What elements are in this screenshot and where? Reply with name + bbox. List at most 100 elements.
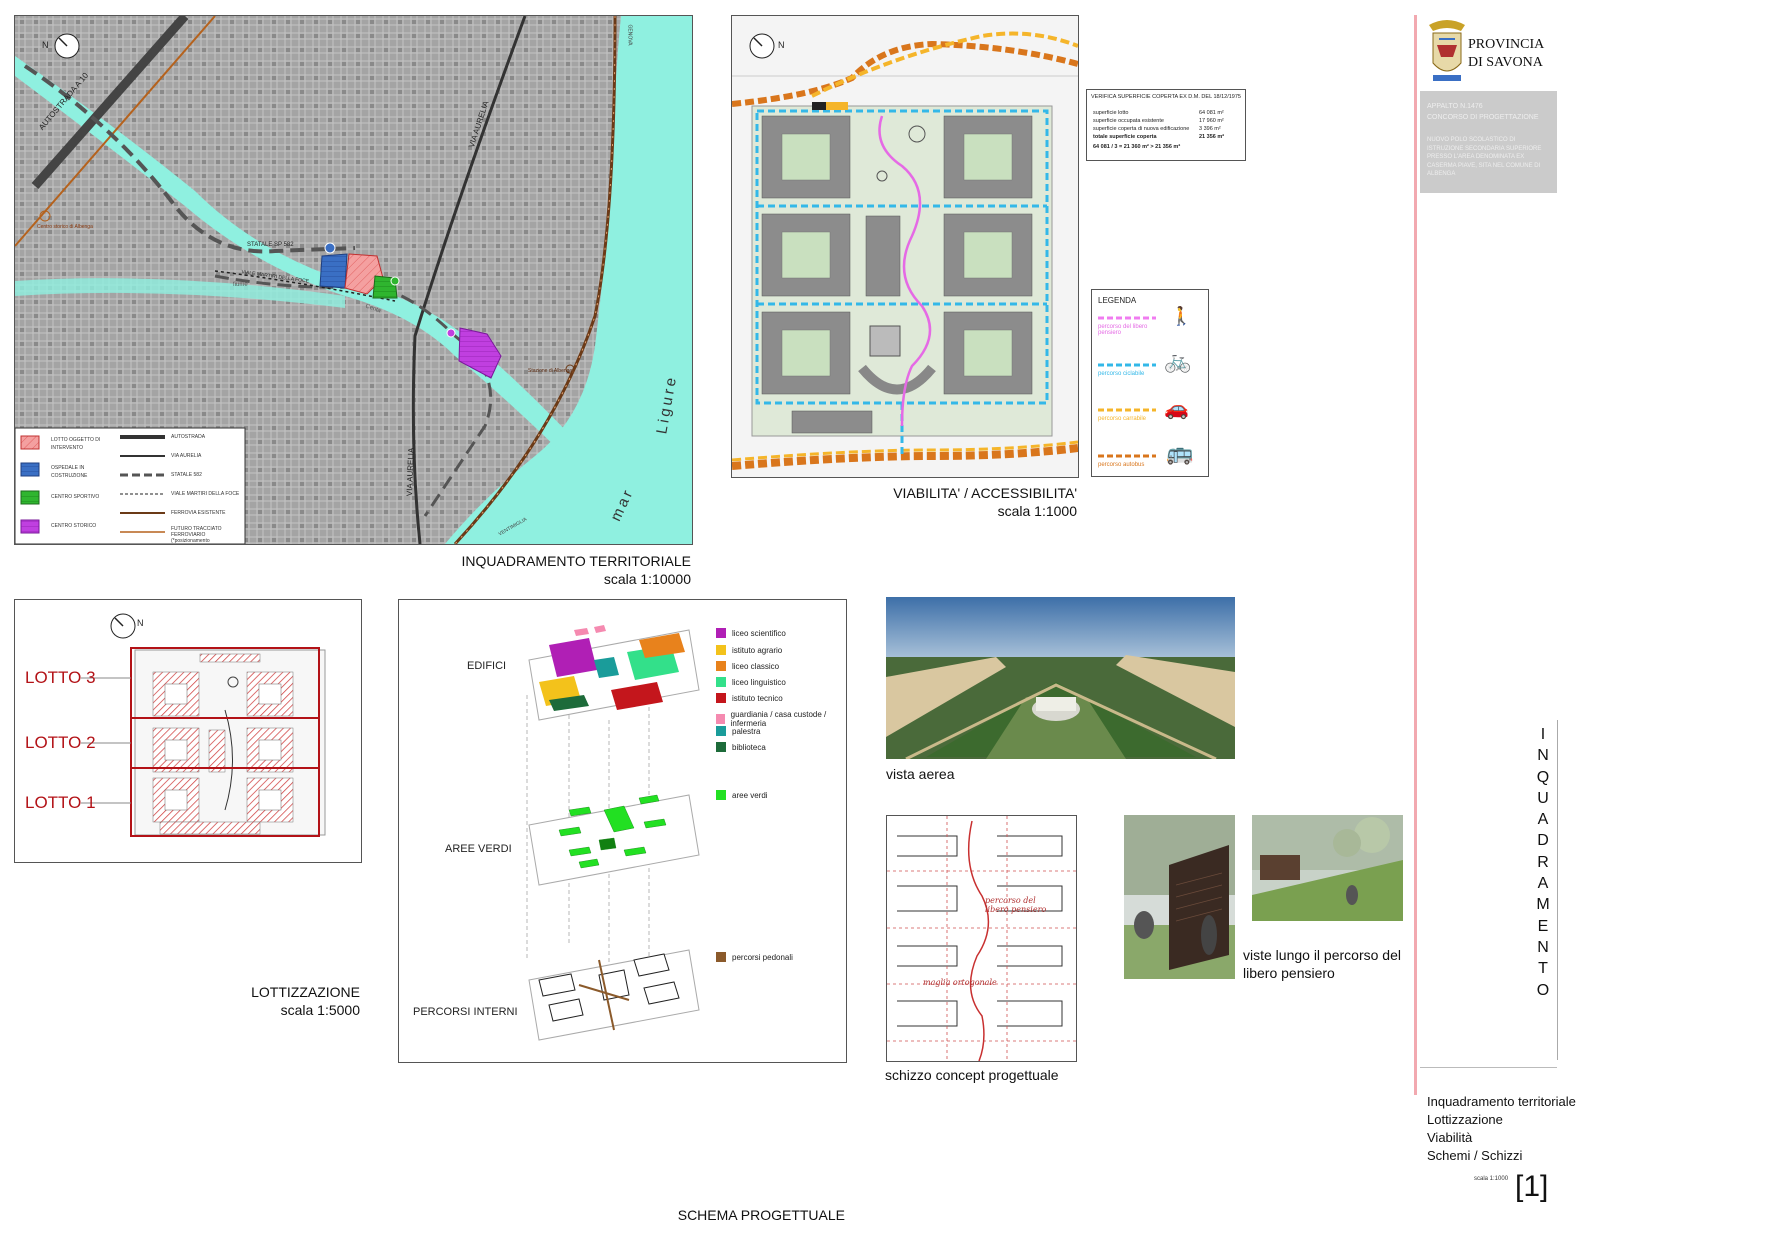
vertical-title-letter: E (1537, 917, 1549, 935)
label-stazione: Stazione di Albenga (528, 368, 573, 374)
label-statale: STATALE SP 582 (247, 242, 294, 248)
accessibility-plan: N (731, 15, 1079, 478)
sketch-caption: schizzo concept progettuale (885, 1067, 1059, 1083)
label-edifici: EDIFICI (467, 660, 507, 672)
verifica-formula: 64 081 / 3 = 21 360 m² > 21 356 m² (1093, 144, 1181, 150)
schema-legend-4: istituto tecnico (716, 693, 783, 703)
vertical-title-letter: D (1537, 832, 1549, 850)
vertical-title-letter: N (1537, 938, 1549, 956)
lotto-3-label: LOTTO 3 (25, 668, 96, 687)
verifica-row-0-r: 64 081 m² (1199, 110, 1224, 116)
view-image-2 (1252, 815, 1403, 921)
vertical-title-letter: I (1540, 726, 1546, 743)
legend-left-0: LOTTO OGGETTO DI INTERVENTO (51, 437, 101, 451)
lotto-2-label: LOTTO 2 (25, 733, 96, 752)
view-render-1 (1124, 815, 1235, 979)
vertical-title-letter: R (1537, 853, 1549, 871)
north-label-2: N (778, 40, 785, 50)
legend-left-1: OSPEDALE IN COSTRUZIONE (51, 465, 88, 479)
concept-sketch: percorso del libero pensiero maglia orto… (886, 815, 1077, 1062)
accessibility-scale: scala 1:1000 (997, 503, 1077, 519)
legend-left-2: CENTRO SPORTIVO (51, 494, 100, 500)
sidebar-border (1414, 15, 1417, 1095)
verifica-row-0-l: superficie lotto (1093, 110, 1129, 116)
concorso-text: CONCORSO DI PROGETTAZIONE (1427, 114, 1539, 121)
label-genova: GENOVA (626, 24, 633, 46)
legend-right-3: VIALE MARTIRI DELLA FOCE (171, 491, 240, 497)
verifica-row-3-r: 21 356 m² (1199, 134, 1225, 140)
sidebar-list-0: Inquadramento territoriale (1427, 1094, 1576, 1109)
schema-caption: SCHEMA PROGETTUALE (677, 1207, 845, 1223)
schema-legend-0: liceo scientifico (716, 628, 786, 638)
verifica-row-2-r: 3 396 m² (1199, 126, 1221, 132)
verifica-title: VERIFICA SUPERFICIE COPERTA EX D.M. DEL … (1091, 94, 1241, 100)
vertical-title-line (1557, 720, 1558, 1060)
legend-left-3: CENTRO STORICO (51, 523, 97, 529)
label-fiume: fiume (233, 282, 248, 288)
label-aurelia-bottom: VIA AURELIA (405, 447, 416, 497)
legend-right-2: STATALE 582 (171, 472, 202, 478)
description-text: NUOVO POLO SCOLASTICO DI ISTRUZIONE SECO… (1427, 137, 1542, 177)
vertical-title-letter: A (1537, 875, 1549, 893)
schema-legend-1: istituto agrario (716, 645, 782, 655)
sidebar-list-3: Schemi / Schizzi (1427, 1148, 1523, 1163)
legend-item-0: percorso del libero pensiero (1098, 324, 1148, 336)
vertical-title-letter: N (1537, 747, 1549, 765)
schema-legend-6: palestra (716, 726, 760, 736)
province-crest-icon (1425, 17, 1469, 87)
legend-item-3: percorso autobus (1098, 462, 1145, 468)
verifica-row-3-l: totale superficie coperta (1093, 134, 1157, 140)
accessibility-caption: VIABILITA' / ACCESSIBILITA' (893, 485, 1077, 501)
territorial-map-scale: scala 1:10000 (603, 571, 691, 587)
schema-legend-3: liceo linguistico (716, 677, 786, 687)
label-centro-storico-place: Centro storico di Albenga (37, 224, 93, 230)
schema-progettuale: EDIFICI AREE VERDI PERCORSI INTERNI lice… (398, 599, 847, 1063)
vertical-title-letter: O (1536, 981, 1550, 999)
legend-right-0: AUTOSTRADA (171, 434, 206, 440)
vertical-title-letter: A (1537, 811, 1549, 829)
sketch-text-2: maglia ortogonale (923, 978, 997, 987)
legend-right-1: VIA AURELIA (171, 453, 202, 459)
verifica-row-1-r: 17 960 m² (1199, 118, 1224, 124)
legend-item-2: percorso carrabile (1098, 416, 1147, 422)
lottizzazione-caption: LOTTIZZAZIONE (251, 984, 360, 1000)
vertical-title-letter: U (1537, 789, 1549, 807)
sidebar-divider (1420, 1067, 1557, 1068)
territorial-map-caption: INQUADRAMENTO TERRITORIALE (461, 553, 691, 569)
accessibility-plan-drawing (732, 16, 1078, 477)
pedestrian-icon: 🚶 (1170, 306, 1193, 326)
lotto-1-label: LOTTO 1 (25, 793, 96, 812)
view-image-1 (1124, 815, 1235, 979)
sketch-text-1: percorso del libero pensiero (985, 896, 1047, 914)
bus-icon: 🚌 (1166, 440, 1194, 465)
appalto-text: APPALTO N.1476 (1427, 103, 1483, 110)
province-name-1: PROVINCIA (1468, 37, 1545, 52)
accessibility-legend: LEGENDA 🚶 🚲 🚗 🚌 percorso del libero pens… (1091, 289, 1209, 477)
legend-item-1: percorso ciclabile (1098, 371, 1145, 377)
label-aree-verdi: AREE VERDI (445, 843, 512, 855)
lottizzazione-drawing (81, 613, 326, 837)
viste-caption: viste lungo il percorso del libero pensi… (1243, 947, 1401, 981)
province-name-2: DI SAVONA (1468, 55, 1543, 70)
north-label: N (42, 40, 49, 50)
verifica-row-2-l: superficie coperta di nuova edificazione (1093, 126, 1190, 132)
sidebar-list-2: Viabilità (1427, 1130, 1473, 1145)
schema-legend-percorsi: percorsi pedonali (716, 952, 793, 962)
schema-legend-2: liceo classico (716, 661, 779, 671)
vertical-title: INQUADRAMENTO (1533, 724, 1553, 1001)
vertical-title-letter: Q (1536, 768, 1550, 786)
view-render-2 (1252, 815, 1403, 921)
sidebar-header: PROVINCIA DI SAVONA APPALTO N.1476 CONCO… (1420, 15, 1557, 193)
vertical-title-letter: M (1536, 896, 1550, 914)
bicycle-icon: 🚲 (1164, 348, 1192, 373)
territorial-map-drawing (15, 16, 692, 544)
schema-legend-verdi: aree verdi (716, 790, 768, 800)
label-percorsi: PERCORSI INTERNI (413, 1006, 518, 1018)
lottizzazione-plan: N LOTTO 3 LOTTO 2 LOTTO 1 (14, 599, 362, 863)
legend-right-5: FUTURO TRACCIATO FERROVIARIO (*posiziona… (171, 526, 222, 544)
territorial-map: N AUTOSTRADA A 10 VIA AURELIA VIA AURELI… (14, 15, 693, 545)
crest-drawing (1429, 20, 1465, 81)
lottizzazione-scale: scala 1:5000 (280, 1002, 360, 1018)
sidebar-scale: scala 1:1000 (1474, 1176, 1509, 1182)
legend-right-4: FERROVIA ESISTENTE (171, 510, 226, 516)
